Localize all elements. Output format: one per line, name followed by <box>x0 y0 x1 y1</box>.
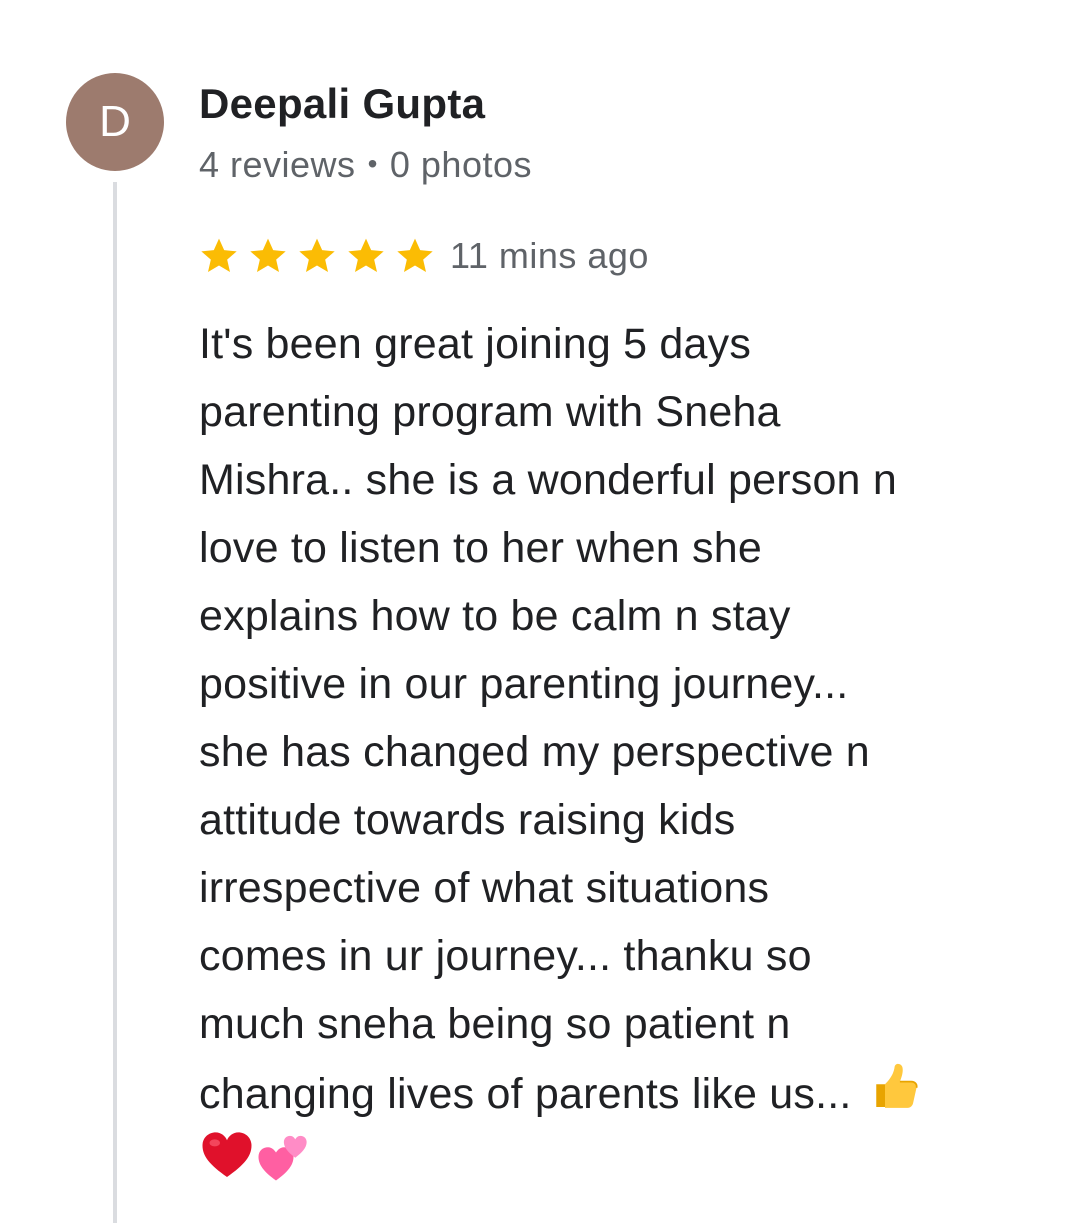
review-line-emojis <box>199 1128 1029 1196</box>
avatar[interactable]: D <box>66 73 164 171</box>
review-line: explains how to be calm n stay <box>199 592 791 640</box>
review-line: parenting program with Sneha <box>199 388 781 436</box>
review-line-text: changing lives of parents like us... <box>199 1070 852 1118</box>
star-icon <box>397 238 433 272</box>
review-line: she has changed my perspective n <box>199 728 870 776</box>
reviewer-meta: 4 reviews • 0 photos <box>199 144 532 186</box>
thread-line <box>113 182 117 1223</box>
star-icon <box>348 238 384 272</box>
reviewer-name[interactable]: Deepali Gupta <box>199 80 485 128</box>
review-line: It's been great joining 5 days <box>199 320 752 368</box>
star-icon <box>299 238 335 272</box>
review-line: comes in ur journey... thanku so <box>199 932 812 980</box>
two-hearts-icon <box>258 1135 307 1181</box>
photos-count: 0 photos <box>389 144 532 185</box>
star-icon <box>201 238 237 272</box>
review-line-last: changing lives of parents like us... <box>199 1058 1029 1128</box>
review-line: attitude towards raising kids <box>199 796 736 844</box>
star-icon <box>250 238 286 272</box>
review-line: Mishra.. she is a wonderful person n <box>199 456 897 504</box>
review-line: positive in our parenting journey... <box>199 660 849 708</box>
rating-row: 11 mins ago <box>199 232 649 280</box>
red-heart-icon <box>202 1132 252 1177</box>
review-line: love to listen to her when she <box>199 524 762 572</box>
review-card: D Deepali Gupta 4 reviews • 0 photos 11 mi… <box>0 0 1080 1223</box>
reviews-count: 4 reviews <box>199 144 356 185</box>
review-line: much sneha being so patient n <box>199 1000 791 1048</box>
thumbs-up-icon <box>875 1063 918 1108</box>
review-line: irrespective of what situations <box>199 864 770 912</box>
review-text: It's been great joining 5 days parenting… <box>199 310 1029 1196</box>
review-timestamp: 11 mins ago <box>450 235 649 276</box>
star-rating <box>199 236 444 276</box>
meta-separator: • <box>367 148 378 179</box>
